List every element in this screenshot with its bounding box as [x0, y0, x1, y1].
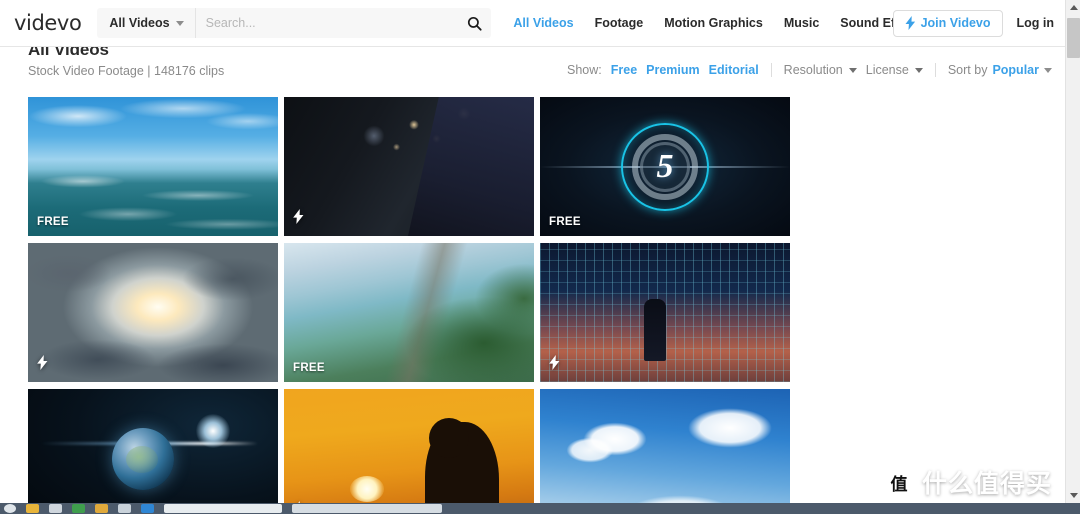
taskbar-icon[interactable] — [26, 504, 39, 513]
nav-item-footage[interactable]: Footage — [595, 16, 644, 30]
chevron-down-icon — [175, 20, 184, 26]
search-category-label: All Videos — [109, 16, 170, 30]
video-card-countdown-five[interactable]: 5 FREE — [540, 97, 790, 236]
join-videvo-label: Join Videvo — [920, 16, 991, 30]
sort-by-dropdown[interactable]: Sort by Popular — [948, 63, 1052, 77]
person-silhouette — [425, 418, 499, 514]
nav-item-motion-graphics[interactable]: Motion Graphics — [664, 16, 763, 30]
free-badge: FREE — [37, 216, 69, 228]
resolution-label: Resolution — [783, 63, 843, 77]
taskbar-icon[interactable] — [141, 504, 154, 513]
browser-viewport: videvo All Videos All Videos Footage Mot… — [0, 0, 1080, 514]
sun-glow — [196, 413, 230, 448]
divider — [934, 63, 936, 77]
taskbar-icon[interactable] — [95, 504, 108, 513]
scroll-down-button[interactable] — [1066, 488, 1080, 503]
video-thumbnail — [28, 389, 278, 514]
video-card-street-piano[interactable] — [284, 97, 534, 236]
lightning-bolt-icon — [905, 16, 915, 30]
chevron-down-icon — [1044, 67, 1052, 73]
nav-item-all-videos[interactable]: All Videos — [513, 16, 573, 30]
sort-by-value: Popular — [992, 63, 1039, 77]
chevron-down-icon — [1069, 493, 1078, 498]
taskbar-window[interactable] — [164, 504, 282, 513]
taskbar-icon[interactable] — [118, 504, 131, 513]
site-header: videvo All Videos All Videos Footage Mot… — [0, 0, 1066, 47]
filter-free[interactable]: Free — [611, 63, 637, 77]
video-thumbnail — [540, 243, 790, 382]
free-badge: FREE — [293, 362, 325, 374]
countdown-number: 5 — [656, 147, 674, 185]
nav-item-music[interactable]: Music — [784, 16, 819, 30]
search-button[interactable] — [457, 8, 491, 38]
scroll-up-button[interactable] — [1066, 0, 1080, 15]
video-card-sunset-silhouette[interactable] — [284, 389, 534, 514]
video-card-earth-globe[interactable]: FREE — [28, 389, 278, 514]
search-icon — [467, 16, 482, 31]
premium-badge — [293, 209, 304, 229]
login-link[interactable]: Log in — [1017, 16, 1055, 30]
scrollbar-thumb[interactable] — [1067, 18, 1080, 58]
os-taskbar — [0, 503, 1080, 514]
video-thumbnail — [28, 243, 278, 382]
page-subtitle: Stock Video Footage | 148176 clips — [28, 64, 225, 78]
filter-bar: Show: Free Premium Editorial Resolution … — [567, 63, 1052, 77]
sort-by-label: Sort by — [947, 63, 988, 77]
header-actions: Join Videvo Log in — [892, 9, 1058, 37]
vertical-scrollbar[interactable] — [1065, 0, 1080, 503]
taskbar-window[interactable] — [292, 504, 442, 513]
divider — [770, 63, 772, 77]
show-label: Show: — [567, 63, 602, 77]
video-thumbnail — [284, 97, 534, 236]
search-category-dropdown[interactable]: All Videos — [97, 8, 196, 38]
earth-globe — [112, 427, 174, 490]
taskbar-icon[interactable] — [49, 504, 62, 513]
taskbar-icon[interactable] — [72, 504, 85, 513]
search-input[interactable] — [195, 8, 458, 38]
filter-editorial[interactable]: Editorial — [709, 63, 759, 77]
search-bar: All Videos — [97, 8, 492, 38]
video-thumbnail — [284, 389, 534, 514]
filter-premium[interactable]: Premium — [646, 63, 700, 77]
lightning-bolt-icon — [293, 209, 304, 224]
video-card-data-tunnel[interactable] — [540, 243, 790, 382]
premium-badge — [549, 355, 560, 375]
video-thumbnail — [540, 389, 790, 514]
license-label: License — [865, 63, 909, 77]
chevron-up-icon — [1069, 5, 1078, 10]
join-videvo-button[interactable]: Join Videvo — [892, 9, 1003, 37]
video-card-ocean-waves[interactable]: FREE — [28, 97, 278, 236]
video-card-blue-sky-clouds[interactable]: FREE — [540, 389, 790, 514]
free-badge: FREE — [549, 216, 581, 228]
sun-disc — [349, 476, 384, 503]
premium-badge — [37, 355, 48, 375]
license-dropdown[interactable]: License — [866, 63, 923, 77]
chevron-down-icon — [914, 67, 923, 73]
video-card-sun-clouds[interactable] — [28, 243, 278, 382]
video-card-tropical-coast[interactable]: FREE — [284, 243, 534, 382]
videvo-logo[interactable]: videvo — [14, 11, 82, 35]
resolution-dropdown[interactable]: Resolution — [784, 63, 857, 77]
video-results-grid: FREE 5 FREE FREE — [28, 97, 1038, 514]
lightning-bolt-icon — [549, 355, 560, 370]
lightning-bolt-icon — [37, 355, 48, 370]
start-button[interactable] — [4, 504, 16, 513]
chevron-down-icon — [848, 67, 857, 73]
